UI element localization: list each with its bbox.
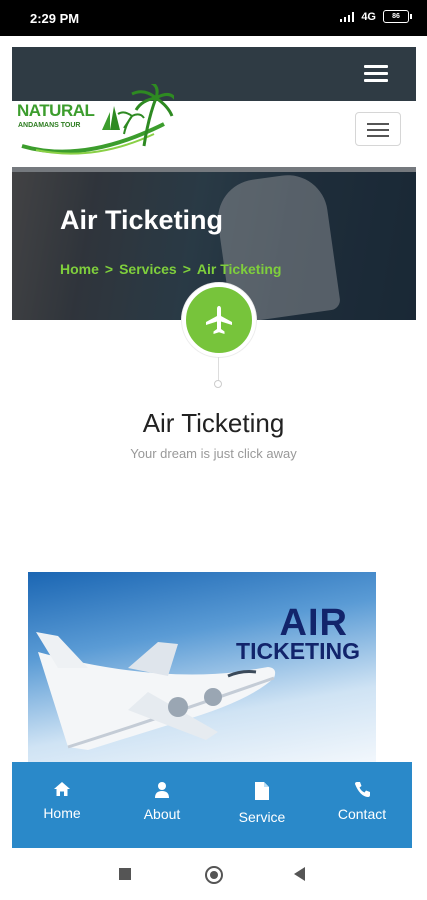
section-subtitle: Your dream is just click away — [130, 446, 297, 461]
nav-about-label: About — [143, 806, 181, 822]
recent-apps-button[interactable] — [119, 868, 131, 880]
site-logo[interactable]: NATURAL ANDAMANS TOUR — [14, 80, 178, 164]
top-menu-icon[interactable] — [364, 65, 388, 83]
battery-icon: 86 — [383, 10, 412, 23]
status-indicators: 4G 86 — [340, 10, 412, 23]
airplane-illustration — [36, 632, 276, 750]
divider-line — [218, 357, 219, 381]
airplane-icon — [206, 306, 232, 334]
home-button[interactable] — [205, 866, 223, 884]
breadcrumb: Home > Services > Air Ticketing — [60, 261, 281, 277]
nav-contact[interactable]: Contact — [312, 762, 412, 848]
nav-contact-label: Contact — [337, 806, 387, 822]
section-title: Air Ticketing — [142, 408, 285, 438]
status-bar: 2:29 PM 4G 86 — [0, 0, 427, 36]
nav-home-label: Home — [43, 805, 81, 821]
breadcrumb-home[interactable]: Home — [60, 261, 99, 277]
divider-dot — [214, 380, 222, 388]
network-type: 4G — [361, 10, 376, 23]
nav-service[interactable]: Service — [212, 762, 312, 848]
breadcrumb-separator: > — [104, 261, 114, 277]
file-icon — [255, 782, 269, 800]
status-time: 2:29 PM — [30, 11, 80, 26]
system-navigation-bar — [0, 852, 427, 900]
nav-about[interactable]: About — [112, 762, 212, 848]
promo-subheading: TICKETING — [236, 638, 360, 664]
nav-toggle-button[interactable] — [355, 112, 401, 146]
home-icon — [54, 782, 70, 796]
bottom-navigation: Home About Service Contact — [12, 762, 412, 848]
logo-tagline: ANDAMANS TOUR — [18, 122, 81, 129]
breadcrumb-current: Air Ticketing — [196, 261, 282, 277]
air-ticketing-image: AIR TICKETING — [28, 572, 376, 762]
breadcrumb-separator: > — [182, 261, 191, 277]
back-button[interactable] — [294, 867, 305, 881]
breadcrumb-services[interactable]: Services — [119, 261, 177, 277]
page-title: Air Ticketing — [60, 205, 224, 235]
phone-icon — [354, 782, 370, 797]
signal-icon — [340, 11, 355, 22]
user-icon — [155, 782, 169, 798]
site-header: NATURAL ANDAMANS TOUR — [12, 80, 416, 167]
logo-name: NATURAL — [17, 101, 95, 120]
service-badge — [182, 283, 256, 357]
nav-home[interactable]: Home — [12, 762, 112, 848]
nav-service-label: Service — [238, 809, 286, 825]
